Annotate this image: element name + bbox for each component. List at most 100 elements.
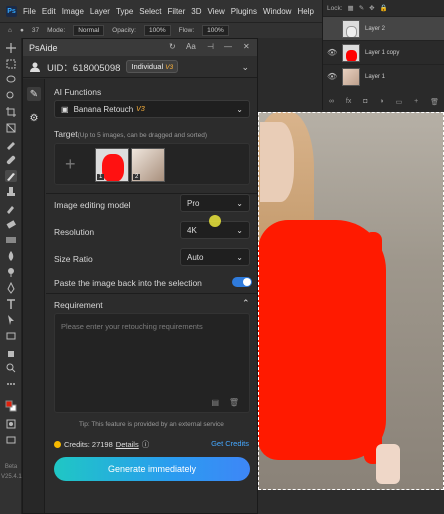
layer-row-layer-2[interactable]: Layer 2 (323, 16, 444, 40)
refresh-icon[interactable]: ↻ (169, 42, 176, 51)
chevron-down-icon[interactable]: ⌄ (241, 62, 249, 73)
mask-icon[interactable]: ◘ (363, 98, 367, 106)
menu-help[interactable]: Help (297, 7, 313, 16)
gradient-tool-icon[interactable] (5, 234, 17, 246)
tools-panel: Beta V25.4.1 (0, 38, 22, 514)
lock-move-icon[interactable]: ✥ (369, 4, 374, 12)
move-tool-icon[interactable] (5, 42, 17, 54)
ai-function-select[interactable]: ▣ Banana Retouch V3 ⌄ (54, 100, 250, 118)
hand-tool-icon[interactable] (5, 346, 17, 358)
generate-button[interactable]: Generate immediately (54, 457, 250, 481)
image-index: 2 (133, 174, 141, 180)
model-label: Image editing model (54, 200, 131, 210)
document-canvas[interactable] (258, 112, 444, 490)
screen-mode-icon[interactable] (5, 434, 17, 446)
menu-image[interactable]: Image (62, 7, 84, 16)
pen-tool-icon[interactable] (5, 282, 17, 294)
layer-row-layer-1[interactable]: 👁 Layer 1 (323, 64, 444, 88)
close-icon[interactable]: ✕ (243, 42, 250, 51)
brush-size-value: 37 (31, 27, 40, 34)
menu-filter[interactable]: Filter (168, 7, 186, 16)
details-link[interactable]: Details (116, 440, 139, 449)
edit-icon[interactable]: ✎ (27, 87, 41, 101)
opacity-field[interactable]: 100% (143, 25, 171, 36)
target-images-box[interactable]: + 1 2 (54, 143, 250, 185)
layer-name: Layer 2 (365, 25, 386, 32)
type-tool-icon[interactable] (5, 298, 17, 310)
rectangle-tool-icon[interactable] (5, 330, 17, 342)
clone-stamp-tool-icon[interactable] (5, 186, 17, 198)
new-layer-icon[interactable]: + (414, 98, 418, 106)
menu-edit[interactable]: Edit (42, 7, 56, 16)
eraser-tool-icon[interactable] (5, 218, 17, 230)
pin-icon[interactable]: ⊣ (207, 42, 214, 51)
tip-text: Tip: This feature is provided by an exte… (79, 421, 224, 428)
color-swatch-icon[interactable] (5, 400, 17, 412)
chevron-down-icon: ⌄ (236, 226, 243, 235)
dodge-tool-icon[interactable] (5, 266, 17, 278)
home-icon[interactable]: ⌂ (8, 27, 12, 34)
crop-tool-icon[interactable] (5, 106, 17, 118)
trash-icon[interactable]: 🗑 (430, 98, 439, 106)
quick-select-tool-icon[interactable] (5, 90, 17, 102)
divider (46, 293, 257, 294)
link-layers-icon[interactable]: ∞ (329, 98, 334, 106)
info-icon[interactable]: ⓘ (142, 439, 150, 450)
flow-field[interactable]: 100% (202, 25, 229, 36)
fx-icon[interactable]: fx (346, 98, 351, 106)
requirement-textarea[interactable]: Please enter your retouching requirement… (54, 313, 250, 413)
tier-version: V3 (165, 64, 174, 71)
visibility-eye-icon[interactable]: 👁 (327, 48, 337, 57)
lock-paint-icon[interactable]: ✎ (359, 4, 364, 12)
minimize-icon[interactable]: — (224, 42, 232, 51)
panel-title: PsAide (29, 42, 58, 53)
ai-function-value: Banana Retouch (73, 104, 134, 114)
lock-all-icon[interactable]: 🔒 (380, 4, 388, 12)
marquee-tool-icon[interactable] (5, 58, 17, 70)
layers-panel: Lock: ▦ ✎ ✥ 🔒 Layer 2 👁 Layer 1 copy 👁 L… (322, 0, 444, 110)
menu-plugins[interactable]: Plugins (231, 7, 257, 16)
history-brush-tool-icon[interactable] (5, 202, 17, 214)
blur-tool-icon[interactable] (5, 250, 17, 262)
frame-tool-icon[interactable] (5, 122, 17, 134)
gear-icon[interactable]: ⚙ (27, 111, 41, 125)
menu-layer[interactable]: Layer (90, 7, 110, 16)
ai-functions-label: AI Functions (54, 87, 102, 97)
model-select[interactable]: Pro ⌄ (180, 194, 250, 212)
adjustment-icon[interactable]: ◑ (379, 98, 383, 106)
healing-brush-tool-icon[interactable] (5, 154, 17, 166)
get-credits-link[interactable]: Get Credits (211, 439, 249, 448)
chevron-up-icon[interactable]: ⌃ (242, 298, 250, 309)
zoom-tool-icon[interactable] (5, 362, 17, 374)
user-group-icon (30, 62, 40, 72)
more-tools-icon[interactable] (5, 378, 17, 390)
layers-footer: ∞ fx ◘ ◑ ▭ + 🗑 (323, 98, 444, 106)
path-selection-tool-icon[interactable] (5, 314, 17, 326)
trash-icon[interactable]: 🗑 (229, 398, 239, 407)
folder-icon[interactable]: ▭ (396, 98, 403, 106)
credits-row: Credits: 27198 Details ⓘ (54, 439, 149, 450)
size-ratio-select[interactable]: Auto ⌄ (180, 248, 250, 266)
eyedropper-tool-icon[interactable] (5, 138, 17, 150)
mode-select[interactable]: Normal (73, 25, 105, 36)
layer-row-layer-1-copy[interactable]: 👁 Layer 1 copy (323, 40, 444, 64)
menu-select[interactable]: Select (139, 7, 161, 16)
menu-view[interactable]: View (208, 7, 225, 16)
image-gallery-icon[interactable]: ▤ (211, 398, 219, 407)
add-image-icon[interactable]: + (65, 154, 76, 175)
quick-mask-icon[interactable] (5, 418, 17, 430)
visibility-eye-icon[interactable]: 👁 (327, 72, 337, 81)
selection-marquee (258, 112, 444, 490)
menu-window[interactable]: Window (263, 7, 291, 16)
menu-type[interactable]: Type (116, 7, 133, 16)
lock-pixels-icon[interactable]: ▦ (348, 4, 354, 12)
target-image-1[interactable]: 1 (95, 148, 129, 182)
brush-preset-icon[interactable]: ● (20, 27, 24, 34)
target-image-2[interactable]: 2 (131, 148, 165, 182)
lasso-tool-icon[interactable] (5, 74, 17, 86)
menu-3d[interactable]: 3D (191, 7, 201, 16)
menu-file[interactable]: File (23, 7, 36, 16)
brush-tool-icon[interactable] (5, 170, 17, 182)
font-size-icon[interactable]: Aa (186, 42, 196, 51)
paste-back-toggle[interactable] (232, 277, 252, 287)
